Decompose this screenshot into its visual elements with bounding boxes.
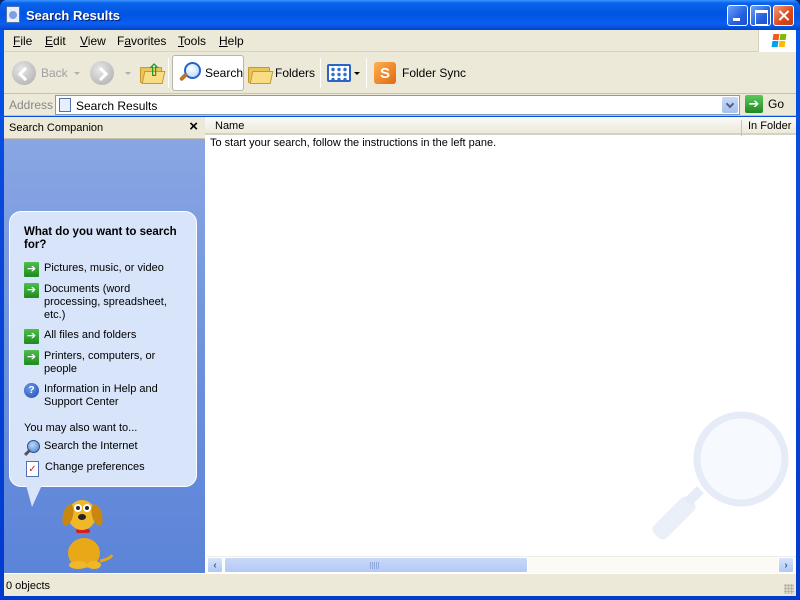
search-icon — [177, 61, 201, 85]
search-instructions: To start your search, follow the instruc… — [210, 137, 497, 149]
preferences-icon: ✓ — [26, 461, 39, 477]
toolbar-separator — [168, 58, 169, 88]
arrow-icon: ➔ — [24, 262, 39, 277]
search-button[interactable]: Search — [172, 55, 244, 91]
balloon-tail — [26, 485, 42, 507]
option-all-files-folders[interactable]: ➔ All files and folders — [24, 329, 189, 344]
menu-favorites[interactable]: Favorites — [117, 34, 166, 48]
views-dropdown-arrow-icon — [354, 71, 360, 75]
column-header-row: Name In Folder — [205, 117, 796, 136]
option-printers-computers-people[interactable]: ➔ Printers, computers, or people — [24, 350, 189, 376]
back-button[interactable]: Back — [12, 55, 80, 91]
minimize-button[interactable] — [727, 5, 748, 26]
forward-dropdown-arrow-icon[interactable] — [125, 71, 131, 75]
scroll-right-button[interactable]: › — [778, 557, 794, 573]
address-input[interactable]: Search Results — [55, 95, 740, 115]
arrow-icon: ➔ — [24, 329, 39, 344]
window-title: Search Results — [26, 8, 120, 23]
views-button[interactable] — [327, 55, 360, 91]
go-arrow-icon: ➔ — [745, 95, 763, 113]
back-dropdown-arrow-icon[interactable] — [73, 71, 80, 75]
folders-button[interactable]: Folders — [248, 55, 315, 91]
address-dropdown-button[interactable] — [722, 97, 738, 113]
search-results-page-icon — [59, 98, 71, 112]
search-options-balloon: What do you want to search for? ➔ Pictur… — [9, 211, 197, 487]
option-change-preferences[interactable]: ✓ Change preferences — [24, 461, 189, 477]
search-companion-pane: Search Companion × What do you want to s… — [4, 117, 205, 573]
search-assistant-dog-icon[interactable] — [54, 495, 114, 570]
menu-tools[interactable]: Tools — [178, 34, 206, 48]
toolbar-separator — [366, 58, 367, 88]
explorer-window: Search Results File Edit View Favorites … — [0, 0, 800, 600]
forward-arrow-icon — [90, 61, 114, 85]
scrollbar-thumb[interactable] — [224, 557, 528, 573]
horizontal-scrollbar[interactable]: ‹ › — [207, 556, 796, 573]
address-bar: Address Search Results ➔ Go — [4, 94, 796, 116]
maximize-button[interactable] — [750, 5, 771, 26]
object-count: 0 objects — [6, 580, 51, 592]
folders-icon — [248, 65, 270, 83]
option-help-support-center[interactable]: ? Information in Help and Support Center — [24, 383, 189, 409]
option-search-internet[interactable]: Search the Internet — [24, 440, 189, 456]
folder-sync-button[interactable]: S Folder Sync — [374, 55, 466, 91]
menu-view[interactable]: View — [80, 34, 106, 48]
search-results-list[interactable]: Name In Folder To start your search, fol… — [205, 117, 796, 573]
resize-grip-icon[interactable] — [784, 584, 794, 594]
arrow-icon: ➔ — [24, 350, 39, 365]
scroll-left-button[interactable]: ‹ — [207, 557, 223, 573]
search-prompt-heading: What do you want to search for? — [24, 226, 177, 251]
title-bar[interactable]: Search Results — [0, 0, 800, 30]
up-folder-button[interactable]: ⇧ — [140, 55, 167, 91]
toolbar: Back ⇧ Search Folders S Folder Sync — [4, 52, 796, 94]
folder-sync-icon: S — [374, 62, 396, 84]
close-pane-icon[interactable]: × — [189, 118, 198, 135]
search-companion-title: Search Companion — [9, 122, 104, 134]
scrollbar-grip-icon — [370, 562, 379, 569]
option-documents[interactable]: ➔ Documents (word processing, spreadshee… — [24, 283, 189, 322]
internet-search-icon — [24, 440, 40, 456]
column-header-in-folder[interactable]: In Folder — [741, 120, 791, 136]
address-label: Address — [9, 98, 54, 112]
up-folder-icon: ⇧ — [140, 61, 162, 83]
search-companion-header: Search Companion × — [4, 117, 205, 139]
status-bar: 0 objects — [4, 573, 796, 596]
close-button[interactable] — [773, 5, 794, 26]
views-icon — [327, 64, 351, 82]
toolbar-separator — [320, 58, 321, 88]
menu-file[interactable]: File — [13, 34, 32, 48]
column-header-name[interactable]: Name — [215, 120, 244, 132]
go-button[interactable]: ➔ Go — [745, 95, 784, 113]
forward-button[interactable] — [90, 55, 131, 91]
search-results-window-icon — [6, 6, 20, 23]
option-pictures-music-video[interactable]: ➔ Pictures, music, or video — [24, 262, 189, 277]
menu-edit[interactable]: Edit — [45, 34, 66, 48]
also-want-label: You may also want to... — [24, 422, 138, 434]
magnifying-glass-watermark-icon — [652, 411, 789, 540]
menu-help[interactable]: Help — [219, 34, 244, 48]
help-icon: ? — [24, 383, 39, 398]
menu-bar: File Edit View Favorites Tools Help — [4, 30, 796, 52]
arrow-icon: ➔ — [24, 283, 39, 298]
windows-logo-icon — [758, 30, 796, 52]
back-arrow-icon — [12, 61, 36, 85]
